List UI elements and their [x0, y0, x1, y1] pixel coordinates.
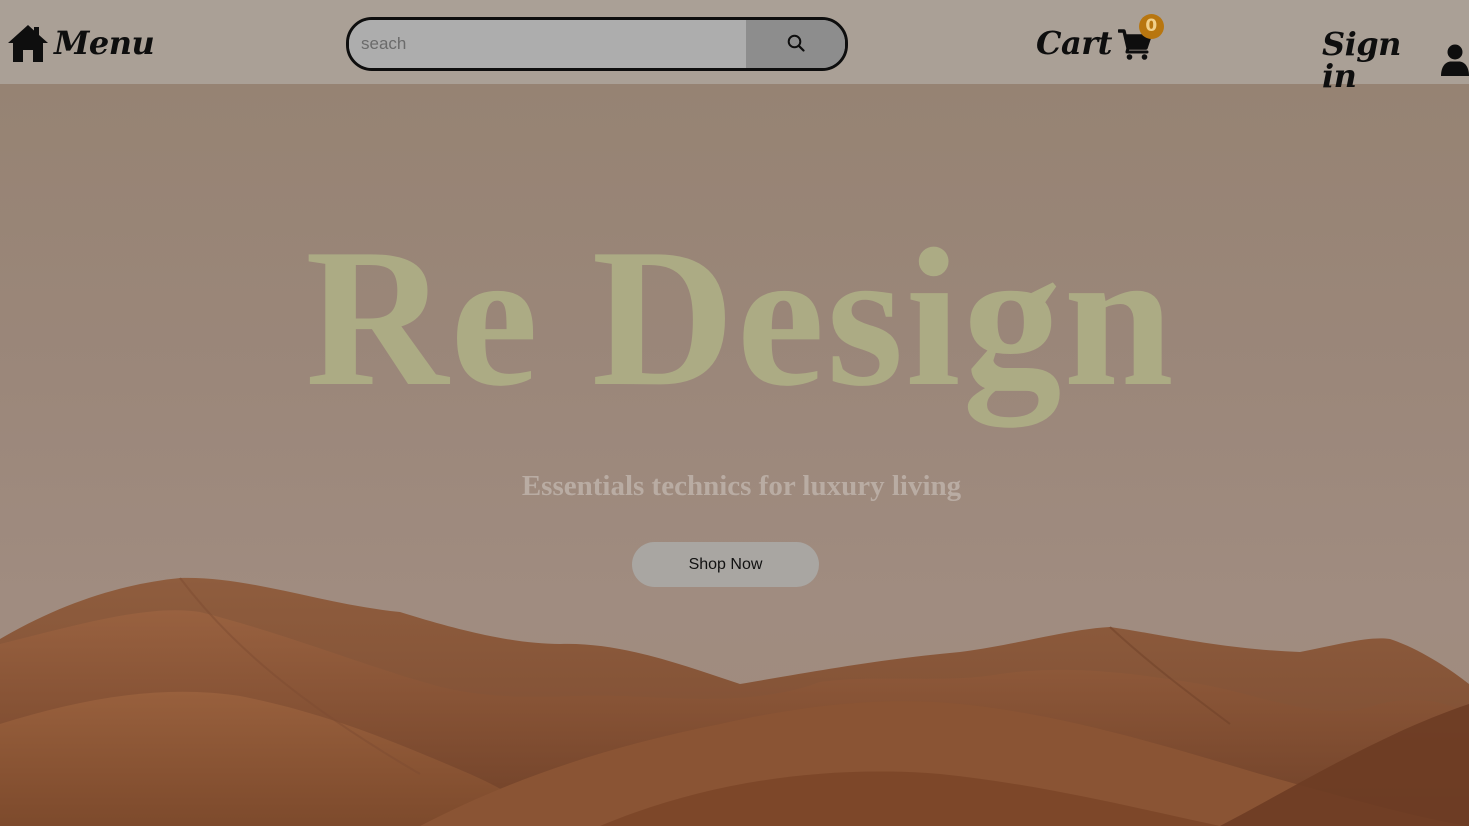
sign-in-label: Sign in	[1322, 25, 1401, 95]
cart-count-badge: 0	[1138, 14, 1164, 39]
user-icon	[1435, 44, 1469, 76]
top-navigation-bar: Menu Cart	[0, 0, 1469, 92]
cart-icon-wrapper: 0	[1117, 14, 1164, 62]
hero-subtitle: Essentials technics for luxury living	[521, 470, 962, 502]
search-bar	[346, 17, 848, 71]
hero-banner: Re Design Essentials technics for luxury…	[0, 84, 1469, 826]
search-icon	[787, 34, 805, 55]
hero-title: Re Design	[305, 208, 1176, 427]
page: Menu Cart	[0, 0, 1469, 826]
search-button[interactable]	[746, 20, 845, 68]
menu-link[interactable]: Menu	[7, 23, 155, 63]
cart-label: Cart	[1036, 24, 1112, 62]
menu-label: Menu	[54, 24, 155, 62]
home-icon	[7, 23, 49, 63]
cart-link[interactable]: Cart 0	[1036, 14, 1164, 62]
sign-in-link[interactable]: Sign in	[1322, 28, 1469, 92]
desert-dunes-image	[0, 577, 1469, 826]
search-input[interactable]	[349, 20, 746, 68]
shop-now-button[interactable]: Shop Now	[632, 542, 819, 587]
